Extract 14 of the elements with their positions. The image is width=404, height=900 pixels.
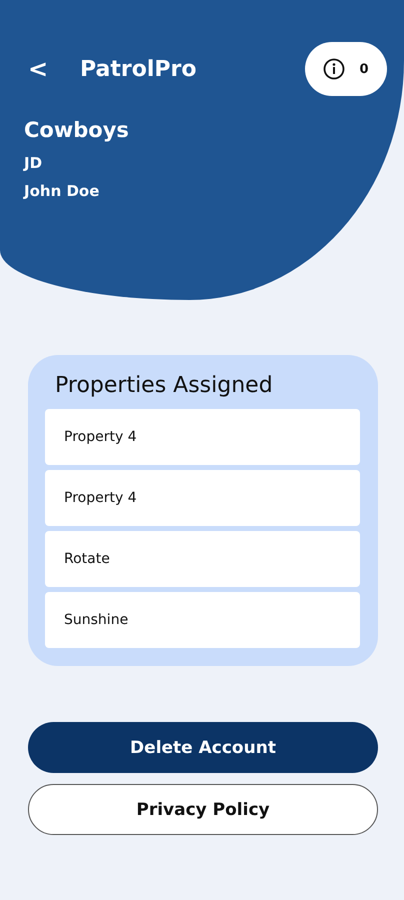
property-item[interactable]: Sunshine xyxy=(45,592,360,648)
property-item[interactable]: Rotate xyxy=(45,531,360,587)
property-item[interactable]: Property 4 xyxy=(45,409,360,465)
user-name: John Doe xyxy=(24,182,100,200)
team-name: Cowboys xyxy=(24,118,130,142)
user-initials: JD xyxy=(24,154,44,172)
info-button[interactable]: 0 xyxy=(305,42,387,96)
back-button[interactable]: < xyxy=(24,55,64,83)
app-title: PatrolPro xyxy=(80,56,198,82)
delete-account-button[interactable]: Delete Account xyxy=(28,722,378,773)
property-item[interactable]: Property 4 xyxy=(45,470,360,526)
card-title: Properties Assigned xyxy=(55,373,274,398)
info-icon xyxy=(323,58,346,80)
privacy-policy-button[interactable]: Privacy Policy xyxy=(28,784,378,835)
